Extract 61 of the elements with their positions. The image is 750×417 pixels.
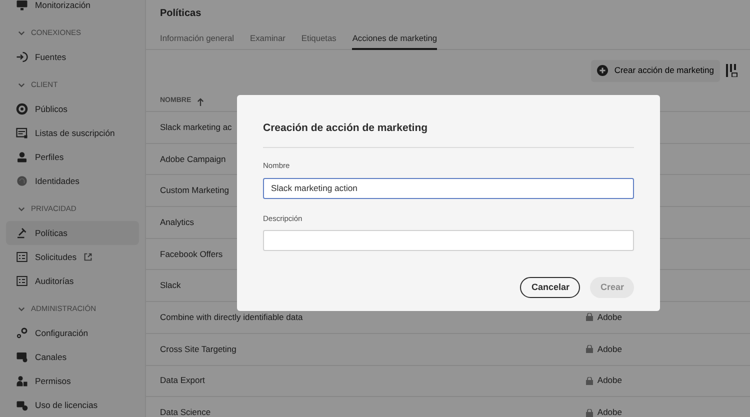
- lock-icon: [586, 313, 594, 322]
- table-cell: Cross Site Targeting: [160, 342, 236, 356]
- tab[interactable]: Etiquetas: [301, 28, 336, 50]
- gavel-icon: [16, 227, 28, 239]
- table-cell: Adobe: [597, 374, 622, 388]
- chevron-icon[interactable]: [18, 206, 25, 212]
- dialog-title: Creación de acción de marketing: [263, 121, 634, 148]
- target-icon: [16, 103, 28, 115]
- cancel-button[interactable]: Cancelar: [520, 277, 580, 298]
- text-field[interactable]: [263, 230, 634, 252]
- form-icon: [16, 251, 28, 263]
- add-icon: [597, 65, 608, 76]
- fingerprint-icon: [16, 175, 28, 187]
- sidebar-item[interactable]: Públicos: [6, 97, 139, 121]
- person-lock-icon: [16, 375, 28, 387]
- card-icon: [16, 399, 28, 411]
- text-field[interactable]: Slack marketing action: [263, 178, 634, 198]
- sidebar-item[interactable]: Canales: [6, 345, 139, 369]
- sidebar-item[interactable]: Auditorías: [6, 269, 139, 293]
- sidebar-item[interactable]: Fuentes: [6, 45, 139, 69]
- sort-arrow-icon[interactable]: [197, 98, 204, 106]
- tab[interactable]: Examinar: [250, 28, 286, 50]
- gears-icon: [16, 327, 28, 339]
- table-cell: Combine with directly identifiable data: [160, 311, 303, 324]
- sidebar-item[interactable]: Configuración: [6, 321, 139, 345]
- table-cell: Slack marketing ac: [160, 120, 232, 134]
- chevron-icon[interactable]: [18, 82, 25, 88]
- table-cell: Adobe: [597, 406, 622, 417]
- person-icon: [16, 151, 28, 163]
- sidebar-item[interactable]: Permisos: [6, 369, 139, 393]
- table-cell: Adobe: [597, 311, 622, 324]
- table-cell: Facebook Offers: [160, 248, 223, 260]
- sidebar-item[interactable]: Listas de suscripción: [6, 121, 139, 145]
- sidebar-item[interactable]: Solicitudes: [6, 245, 139, 269]
- sidebar-item[interactable]: Perfiles: [6, 145, 139, 169]
- sidebar-item[interactable]: Monitorización: [6, 0, 139, 17]
- sidebar-item[interactable]: Uso de licencias: [6, 393, 139, 417]
- table-cell: Adobe Campaign: [160, 152, 226, 166]
- lock-icon: [586, 408, 594, 417]
- table-cell: Adobe: [597, 342, 622, 356]
- table-cell: Data Export: [160, 374, 205, 388]
- lock-icon: [586, 376, 594, 385]
- tab[interactable]: Acciones de marketing: [352, 28, 438, 50]
- table-cell: Slack: [160, 279, 181, 292]
- tab[interactable]: Información general: [160, 28, 234, 50]
- sidebar-item[interactable]: Políticas: [6, 221, 139, 245]
- page-title: Políticas: [159, 7, 202, 21]
- lock-icon: [586, 345, 594, 354]
- create-button[interactable]: Crear acción de marketing: [591, 60, 720, 82]
- table-cell: Custom Marketing: [160, 184, 229, 198]
- sidebar-item[interactable]: Identidades: [6, 169, 139, 193]
- columns-icon[interactable]: [726, 64, 738, 77]
- chevron-icon[interactable]: [18, 30, 25, 36]
- chevron-icon[interactable]: [18, 306, 25, 312]
- list-icon: [16, 127, 28, 139]
- screen-icon: [16, 351, 28, 363]
- import-icon: [16, 51, 28, 63]
- form-icon: [16, 275, 28, 287]
- table-cell: Analytics: [160, 216, 194, 229]
- monitor-icon: [16, 0, 28, 11]
- table-cell: Data Science: [160, 406, 211, 417]
